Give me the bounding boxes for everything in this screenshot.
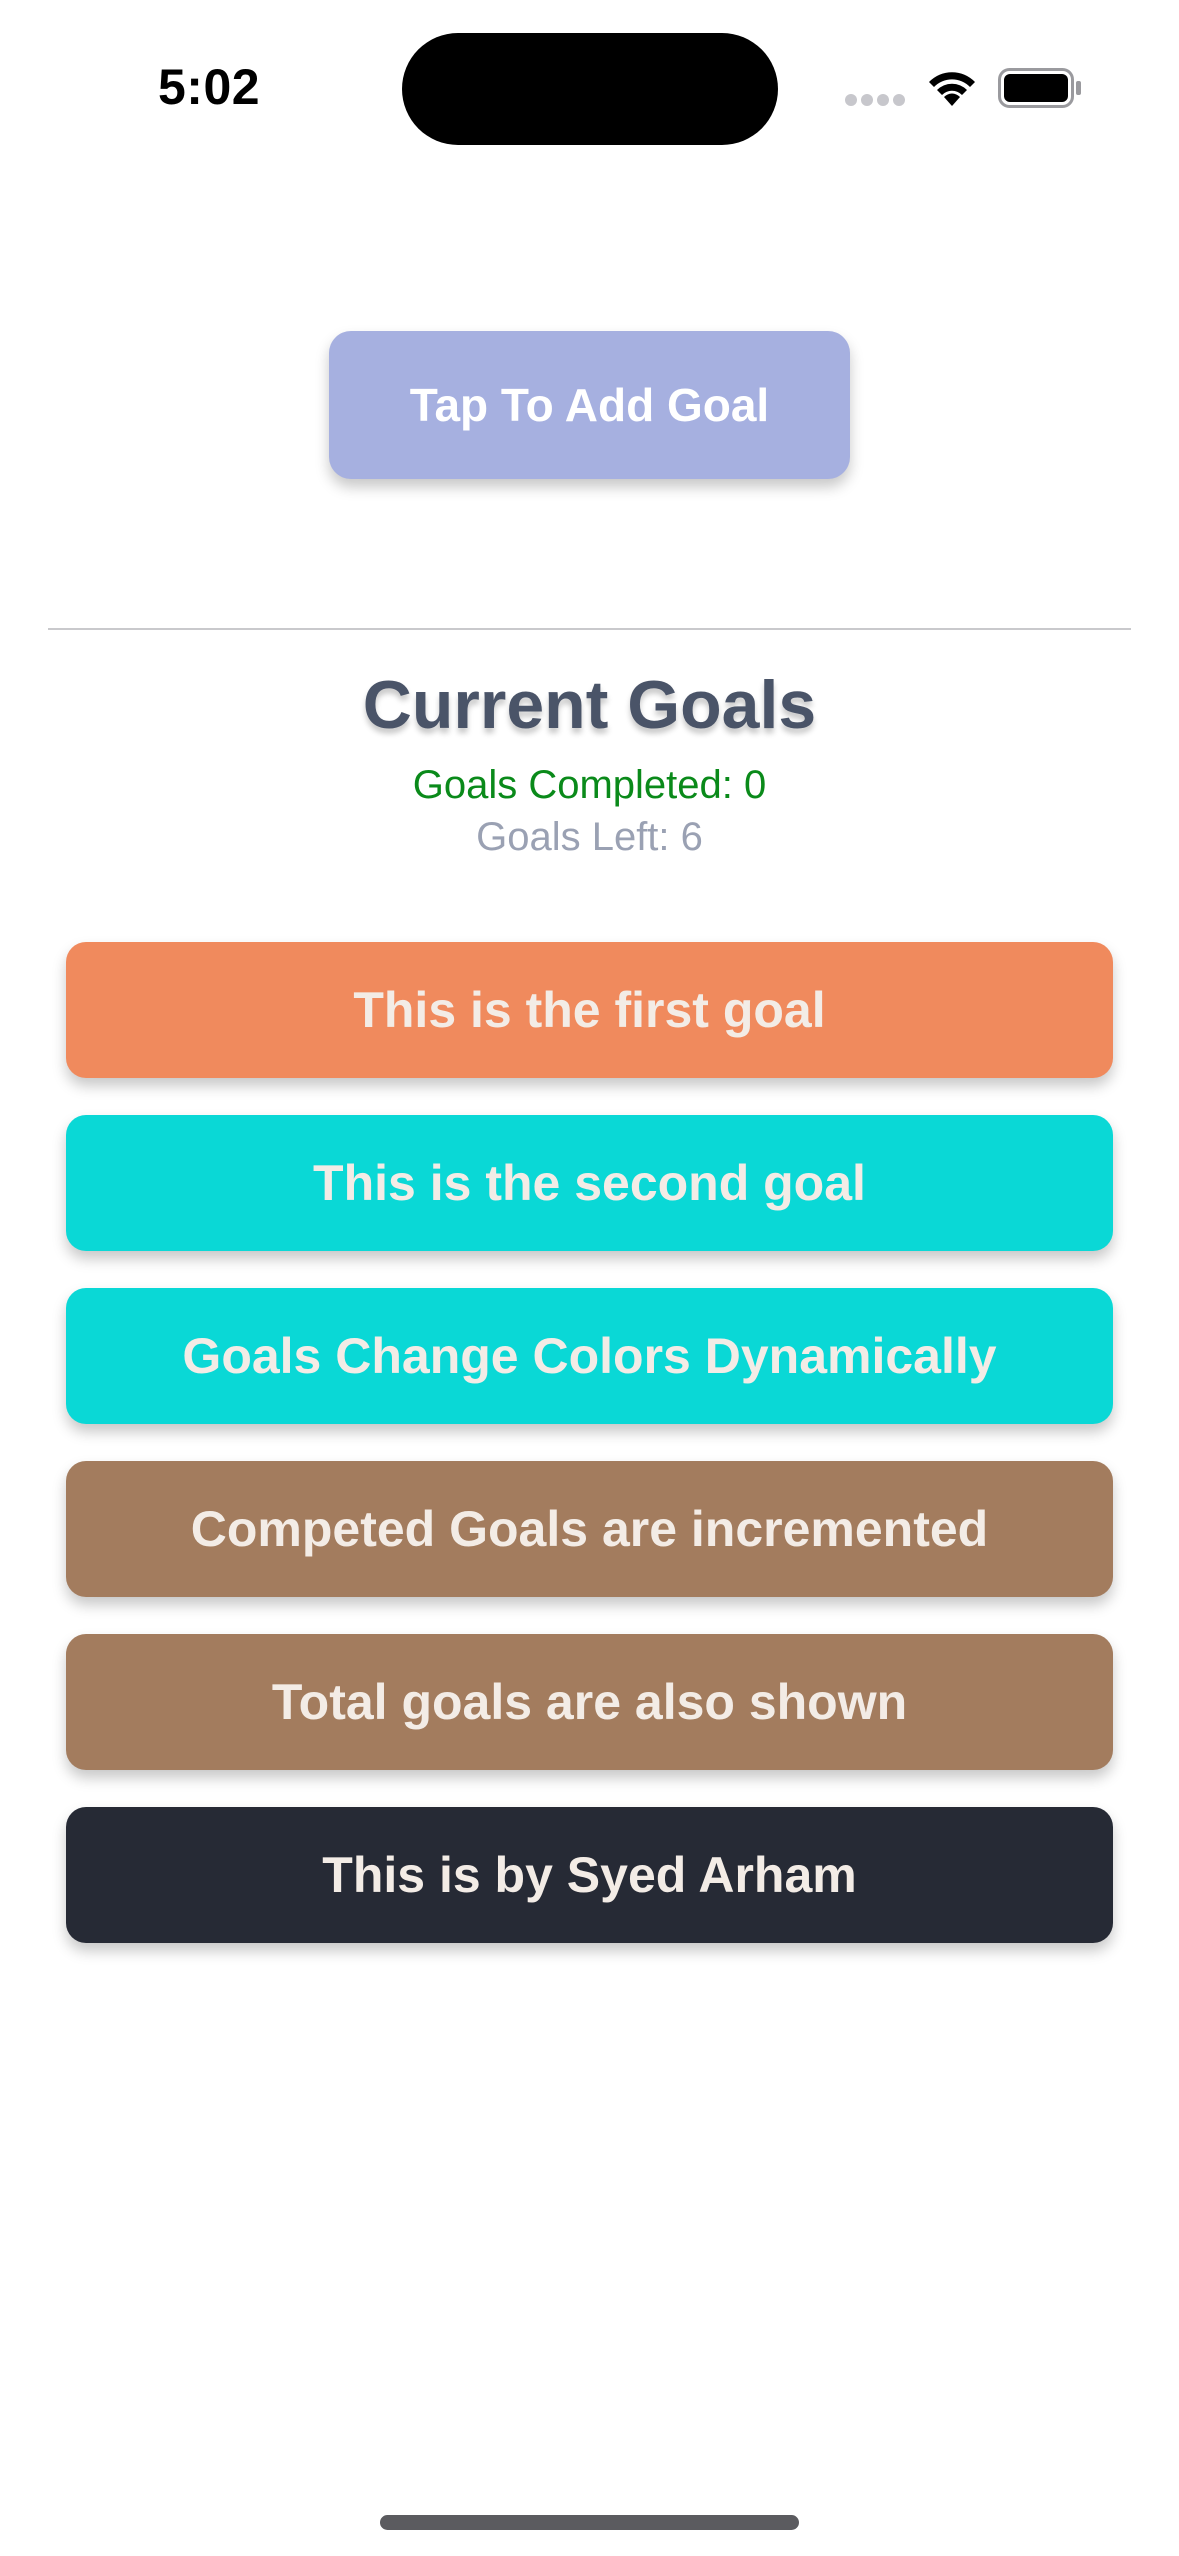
add-goal-button[interactable]: Tap To Add Goal — [329, 331, 850, 479]
goal-item[interactable]: This is the second goal — [66, 1115, 1113, 1251]
goals-left-count: Goals Left: 6 — [476, 815, 703, 859]
section-divider — [48, 628, 1131, 630]
goal-list: This is the first goal This is the secon… — [66, 942, 1113, 1980]
status-bar-time: 5:02 — [158, 59, 261, 115]
battery-icon — [998, 68, 1081, 108]
goal-item[interactable]: Goals Change Colors Dynamically — [66, 1288, 1113, 1424]
goals-completed-count: Goals Completed: 0 — [412, 763, 767, 807]
wifi-icon — [929, 72, 975, 106]
goal-item[interactable]: Total goals are also shown — [66, 1634, 1113, 1770]
current-goals-title: Current Goals — [362, 667, 817, 743]
goal-item[interactable]: Competed Goals are incremented — [66, 1461, 1113, 1597]
home-indicator[interactable] — [380, 2515, 799, 2530]
goal-item[interactable]: This is the first goal — [66, 942, 1113, 1078]
app-screen: 5:02 Tap To Add Goal Current Goals Goals… — [0, 0, 1179, 2556]
dynamic-island — [402, 33, 778, 145]
goal-item[interactable]: This is by Syed Arham — [66, 1807, 1113, 1943]
cellular-signal-icon — [845, 94, 905, 108]
